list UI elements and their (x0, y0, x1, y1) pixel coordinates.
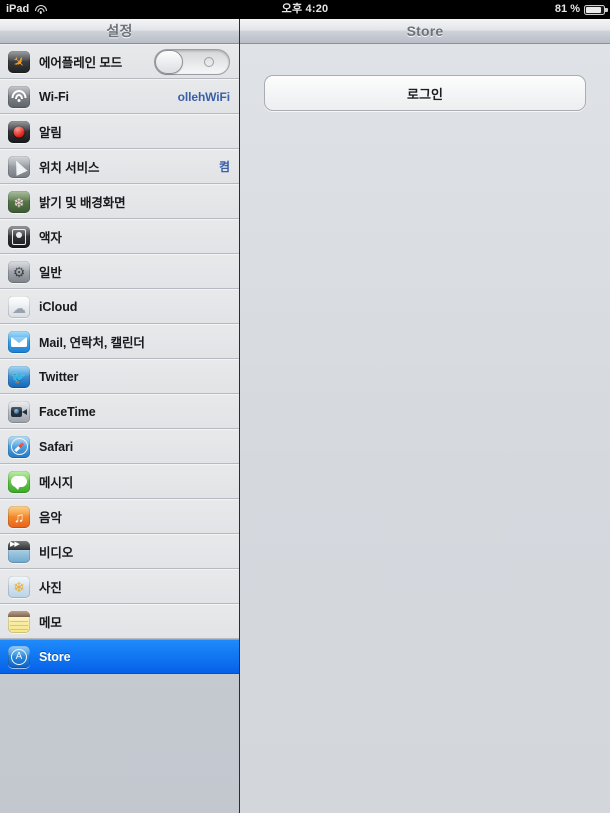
sidebar-item-music[interactable]: ♫ 음악 (0, 499, 239, 534)
sidebar-item-label: iCloud (39, 299, 78, 314)
ipad-settings-screen: iPad 오후 4:20 81 % 설정 Store ✈ 에어플레인 모드 Wi… (0, 0, 610, 813)
sidebar-item-label: 알림 (39, 126, 62, 140)
sidebar-item-label: Twitter (39, 369, 79, 384)
toggle-off-mark (204, 56, 214, 67)
sidebar-item-location-services[interactable]: 위치 서비스 켬 (0, 149, 239, 184)
airplane-mode-toggle[interactable] (154, 48, 230, 75)
airplane-icon: ✈ (8, 50, 30, 73)
store-detail-pane: 로그인 (240, 44, 610, 813)
sidebar-item-label: 액자 (39, 231, 62, 245)
store-icon: A (8, 645, 30, 668)
picture-frame-icon (8, 225, 30, 248)
sidebar-item-label: 일반 (39, 266, 62, 280)
notes-icon (8, 610, 30, 633)
messages-icon (8, 470, 30, 493)
sidebar-item-airplane-mode[interactable]: ✈ 에어플레인 모드 (0, 44, 239, 79)
login-button[interactable]: 로그인 (264, 75, 586, 111)
sidebar-item-label: 밝기 및 배경화면 (39, 196, 126, 210)
status-bar-clock: 오후 4:20 (281, 3, 329, 15)
photos-icon: ❄ (8, 575, 30, 598)
sidebar-item-label: Mail, 연락처, 캘린더 (39, 336, 145, 350)
sidebar-item-notifications[interactable]: 알림 (0, 114, 239, 149)
sidebar-item-label: Store (39, 649, 71, 664)
sidebar-item-photos[interactable]: ❄ 사진 (0, 569, 239, 604)
sidebar-item-label: 위치 서비스 (39, 161, 100, 175)
sidebar-item-wifi[interactable]: Wi-Fi ollehWiFi (0, 79, 239, 114)
facetime-icon (8, 400, 30, 423)
sidebar-item-label: 비디오 (39, 546, 74, 560)
toggle-knob (155, 49, 183, 74)
sidebar-item-safari[interactable]: Safari (0, 429, 239, 464)
page-title-store: Store (406, 23, 444, 39)
sidebar-item-general[interactable]: ⚙ 일반 (0, 254, 239, 289)
sidebar-item-messages[interactable]: 메시지 (0, 464, 239, 499)
settings-sidebar[interactable]: ✈ 에어플레인 모드 Wi-Fi ollehWiFi 알림 위치 서비스 켬 ❄… (0, 44, 239, 813)
battery-icon (584, 4, 608, 15)
notifications-icon (8, 120, 30, 143)
safari-icon (8, 435, 30, 458)
sidebar-item-store[interactable]: A Store (0, 639, 239, 674)
brightness-wallpaper-icon: ❄ (8, 190, 30, 213)
mail-icon (8, 330, 30, 353)
battery-percent-label: 81 % (554, 3, 580, 15)
sidebar-item-facetime[interactable]: FaceTime (0, 394, 239, 429)
settings-list: ✈ 에어플레인 모드 Wi-Fi ollehWiFi 알림 위치 서비스 켬 ❄… (0, 44, 239, 674)
icloud-icon: ☁ (8, 295, 30, 318)
general-gear-icon: ⚙ (8, 260, 30, 283)
location-services-icon (8, 155, 30, 178)
sidebar-item-icloud[interactable]: ☁ iCloud (0, 289, 239, 324)
music-icon: ♫ (8, 505, 30, 528)
page-title-settings: 설정 (106, 23, 133, 39)
sidebar-item-notes[interactable]: 메모 (0, 604, 239, 639)
sidebar-item-label: 메모 (39, 616, 62, 630)
sidebar-item-label: Wi-Fi (39, 89, 69, 104)
sidebar-item-label: Safari (39, 439, 74, 454)
sidebar-item-videos[interactable]: 비디오 (0, 534, 239, 569)
sidebar-item-twitter[interactable]: 🐦 Twitter (0, 359, 239, 394)
sidebar-item-picture-frame[interactable]: 액자 (0, 219, 239, 254)
sidebar-item-label: 음악 (39, 511, 62, 525)
twitter-icon: 🐦 (8, 365, 30, 388)
wifi-icon (8, 85, 30, 108)
sidebar-item-value: 켬 (219, 160, 230, 174)
detail-navigation-bar: Store (240, 19, 610, 44)
sidebar-item-mail-contacts-calendars[interactable]: Mail, 연락처, 캘린더 (0, 324, 239, 359)
sidebar-item-brightness-wallpaper[interactable]: ❄ 밝기 및 배경화면 (0, 184, 239, 219)
status-bar-right: 81 % (554, 0, 608, 19)
sidebar-item-label: 메시지 (39, 476, 74, 490)
sidebar-navigation-bar: 설정 (0, 19, 239, 44)
sidebar-item-label: 에어플레인 모드 (39, 56, 123, 70)
videos-icon (8, 540, 30, 563)
sidebar-item-label: FaceTime (39, 404, 96, 419)
sidebar-item-label: 사진 (39, 581, 62, 595)
status-bar: iPad 오후 4:20 81 % (0, 0, 610, 19)
sidebar-item-value: ollehWiFi (177, 89, 230, 104)
login-button-label: 로그인 (407, 86, 443, 102)
